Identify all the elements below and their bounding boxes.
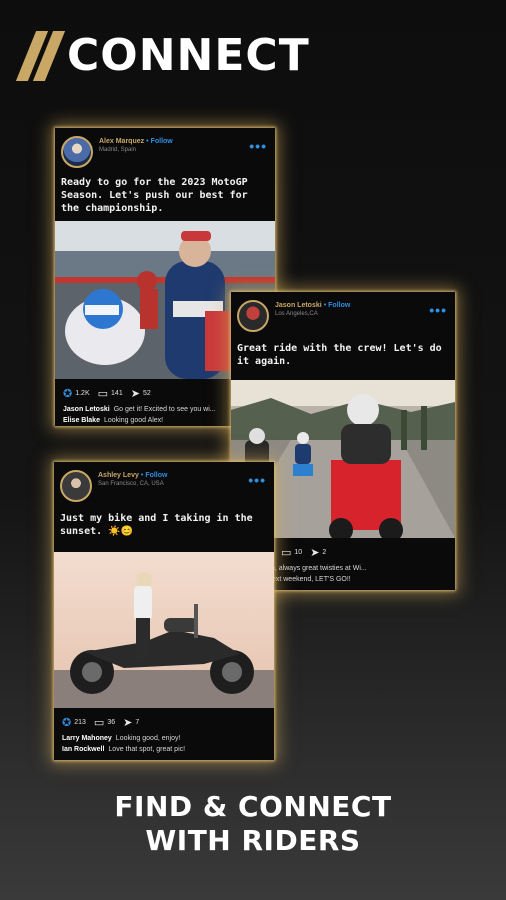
comment-text: Love that spot, great pic! <box>108 746 186 753</box>
comment-text: Looking good, enjoy! <box>115 735 181 742</box>
tagline-line-1: FIND & CONNECT <box>114 790 392 823</box>
comment-count: 10 <box>294 549 303 556</box>
post-actions: ✪ 213 ▭ 36 ➤ 7 <box>54 708 274 733</box>
post-header: Ashley Levy • Follow San Francisco, CA, US… <box>54 462 274 502</box>
header: CONNECT <box>15 30 310 81</box>
post-header: Jason Letoski • Follow Los Angeles,CA ••• <box>231 292 455 332</box>
more-dots-icon[interactable]: ••• <box>429 302 447 318</box>
author-location: Los Angeles,CA <box>275 311 318 317</box>
share-icon[interactable]: ➤ <box>131 387 140 400</box>
author-name[interactable]: Ashley Levy <box>98 472 139 479</box>
comment-user[interactable]: Ian Rockwell <box>62 746 104 753</box>
more-dots-icon[interactable]: ••• <box>248 472 266 488</box>
comment-row: Ian Rockwell Love that spot, great pic! <box>54 744 274 755</box>
author-name[interactable]: Alex Marquez <box>99 138 144 145</box>
follow-button[interactable]: Follow <box>145 472 167 479</box>
share-count: 2 <box>322 549 327 556</box>
comment-user[interactable]: Larry Mahoney <box>62 735 112 742</box>
like-count: 1.2K <box>75 390 90 397</box>
brand-slash-icon <box>15 30 66 81</box>
share-count: 52 <box>142 390 151 397</box>
post-card-3[interactable]: Ashley Levy • Follow San Francisco, CA, US… <box>54 462 274 760</box>
post-text: Ready to go for the 2023 MotoGP Season. … <box>61 177 248 214</box>
comment-text: Looking good Alex! <box>103 417 164 424</box>
comment-count: 36 <box>107 719 116 726</box>
comment-user[interactable]: Jason Letoski <box>63 406 110 413</box>
avatar[interactable] <box>60 470 92 502</box>
follow-button[interactable]: Follow <box>328 302 350 309</box>
share-icon[interactable]: ➤ <box>123 716 132 729</box>
like-count: 213 <box>74 719 86 726</box>
post-text: Just my bike and I taking in the sunset.… <box>60 513 253 537</box>
avatar[interactable] <box>61 136 93 168</box>
tagline: FIND & CONNECT WITH RIDERS <box>0 790 506 858</box>
post-photo[interactable] <box>54 552 274 708</box>
comment-count: 141 <box>111 390 123 397</box>
tagline-line-2: WITH RIDERS <box>145 824 361 857</box>
like-icon[interactable]: ✪ <box>62 716 71 729</box>
comment-user[interactable]: Elise Blake <box>63 417 100 424</box>
comment-icon[interactable]: ▭ <box>281 546 291 559</box>
share-count: 7 <box>135 719 140 726</box>
author-location: San Francisco, CA, USA <box>98 481 164 487</box>
comment-icon[interactable]: ▭ <box>94 716 104 729</box>
like-icon[interactable]: ✪ <box>63 387 72 400</box>
author-location: Madrid, Spain <box>99 147 137 153</box>
more-dots-icon[interactable]: ••• <box>249 138 267 154</box>
follow-button[interactable]: Follow <box>151 138 173 145</box>
comment-text: Go get it! Excited to see you wi... <box>113 406 216 413</box>
avatar[interactable] <box>237 300 269 332</box>
share-icon[interactable]: ➤ <box>310 546 319 559</box>
post-text: Great ride with the crew! Let's do it ag… <box>237 343 442 367</box>
author-name[interactable]: Jason Letoski <box>275 302 322 309</box>
post-header: Alex Marquez • Follow Madrid, Spain ••• <box>55 128 275 168</box>
page-title: CONNECT <box>67 30 310 81</box>
comment-icon[interactable]: ▭ <box>98 387 108 400</box>
comment-row: Larry Mahoney Looking good, enjoy! <box>54 733 274 744</box>
